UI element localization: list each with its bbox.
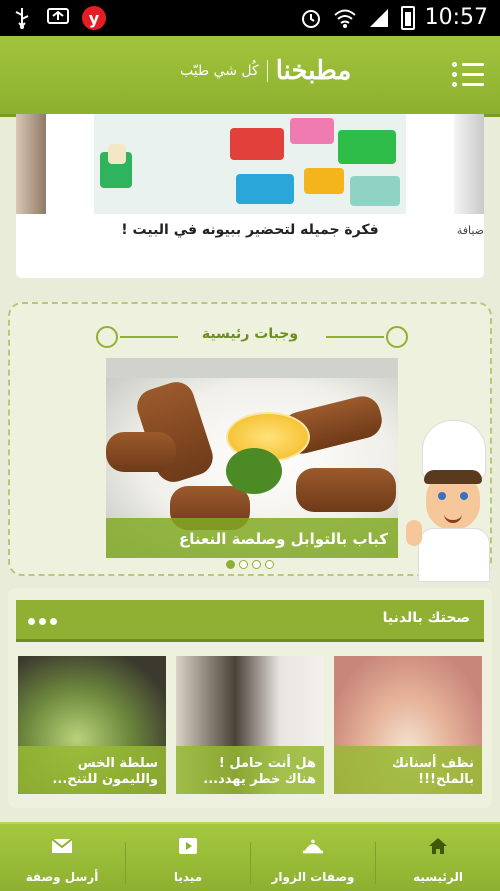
- nav-divider: [250, 842, 251, 884]
- play-icon: [177, 836, 199, 856]
- wifi-icon: [333, 6, 357, 30]
- signal-icon: [367, 6, 391, 30]
- sync-icon: [46, 6, 70, 30]
- carousel-caption: فكرة جميله لتحضير ببيونه في البيت !: [121, 222, 379, 238]
- menu-line: [462, 63, 484, 66]
- usb-icon: [10, 6, 34, 30]
- chef-thumbs-up: [406, 520, 422, 546]
- health-tile[interactable]: نظف أسنانك بالملح!!!: [334, 656, 482, 794]
- app-bar: كُل شي طيّب مطبخنا: [0, 36, 500, 117]
- pager-dot[interactable]: [265, 560, 274, 569]
- ornament-right-line: [326, 336, 384, 338]
- health-section: صحتك بالدنيا نظف أسنانك بالملح!!! هل أنت…: [8, 588, 492, 808]
- nav-item-visitor-recipes[interactable]: وصفات الزوار: [251, 824, 375, 891]
- menu-bullet: [452, 72, 457, 77]
- top-carousel[interactable]: فكرة جميله لتحضير ببيونه في البيت ! ضياف…: [16, 114, 484, 278]
- battery-icon: [400, 5, 415, 30]
- nav-item-send-recipe[interactable]: أرسل وصفة: [0, 824, 124, 891]
- carousel-image-next: [454, 114, 484, 214]
- nav-item-home[interactable]: الرئيسيه: [376, 824, 500, 891]
- tile-caption: سلطة الخس والليمون للتنح...: [52, 756, 158, 787]
- nav-item-media[interactable]: ميديا: [126, 824, 250, 891]
- bottom-navigation: الرئيسيه وصفات الزوار ميديا أرسل وصفة: [0, 822, 500, 891]
- featured-recipe-title[interactable]: كباب بالتوابل وصلصة النعناع: [179, 530, 388, 548]
- chef-eye: [438, 492, 446, 500]
- pager-dot[interactable]: [226, 560, 235, 569]
- yandex-icon: y: [82, 6, 106, 30]
- carousel-caption-next: ضيافة: [456, 224, 484, 237]
- clothespin: [108, 144, 126, 164]
- nav-divider: [125, 842, 126, 884]
- menu-bullet: [452, 82, 457, 87]
- carousel-slide-prev[interactable]: [16, 114, 46, 278]
- alarm-icon: [299, 6, 323, 30]
- nav-label-home: الرئيسيه: [413, 870, 463, 884]
- more-dot: [28, 618, 35, 625]
- logo-wordmark: مطبخنا: [275, 56, 352, 86]
- section-title: وجبات رئيسية: [201, 326, 299, 342]
- blue-bowtie: [236, 174, 294, 204]
- nav-divider: [375, 842, 376, 884]
- kebab-piece: [296, 468, 396, 512]
- tile-caption: نظف أسنانك بالملح!!!: [392, 756, 474, 787]
- red-bowtie: [230, 128, 284, 160]
- featured-main-dishes: وجبات رئيسية كباب بالتوابل وصلصة النعناع: [8, 302, 492, 582]
- logo-divider: [266, 60, 268, 82]
- menu-bullet: [452, 62, 457, 67]
- featured-recipe-card[interactable]: كباب بالتوابل وصلصة النعناع: [106, 358, 398, 558]
- chef-hair: [424, 470, 482, 484]
- ornament-right-icon: [386, 326, 408, 348]
- pager-dot[interactable]: [252, 560, 261, 569]
- chef-mascot: [406, 420, 498, 582]
- mail-icon: [51, 836, 73, 856]
- cloche-icon: [302, 836, 324, 856]
- home-icon: [427, 836, 449, 856]
- more-dot: [50, 618, 57, 625]
- yellow-bowtie: [304, 168, 344, 194]
- menu-line: [462, 83, 484, 86]
- bright-green-bowtie: [338, 130, 396, 164]
- app-tagline: كُل شي طيّب: [180, 63, 259, 79]
- more-dot: [39, 618, 46, 625]
- kebab-piece: [106, 432, 176, 472]
- carousel-slide-next[interactable]: ضيافة: [454, 114, 484, 278]
- pink-bowtie: [290, 118, 334, 144]
- nav-label-media: ميديا: [173, 870, 203, 884]
- list-menu-icon[interactable]: [452, 62, 484, 88]
- nav-label-visitor-recipes: وصفات الزوار: [271, 870, 355, 884]
- app-logo[interactable]: كُل شي طيّب مطبخنا: [180, 56, 351, 86]
- chef-eye: [460, 492, 468, 500]
- carousel-slide-current[interactable]: فكرة جميله لتحضير ببيونه في البيت !: [94, 114, 406, 278]
- teal-bowtie: [350, 176, 400, 206]
- clock-time: 10:57: [424, 5, 488, 30]
- pager-dot[interactable]: [239, 560, 248, 569]
- health-section-header[interactable]: صحتك بالدنيا: [16, 600, 484, 642]
- menu-line: [462, 73, 484, 76]
- health-tile[interactable]: سلطة الخس والليمون للتنح...: [18, 656, 166, 794]
- tile-caption: هل أنت حامل ! هناك خطر يهدد...: [203, 756, 316, 787]
- parsley-garnish: [226, 448, 282, 494]
- more-dots-icon[interactable]: [28, 618, 57, 625]
- carousel-image-bowties: [94, 114, 406, 214]
- status-bar: y 10:57: [0, 0, 500, 36]
- carousel-pager[interactable]: [226, 560, 274, 569]
- chef-jacket: [418, 528, 490, 582]
- health-section-title: صحتك بالدنيا: [382, 610, 470, 626]
- nav-label-send-recipe: أرسل وصفة: [25, 870, 99, 884]
- health-tile[interactable]: هل أنت حامل ! هناك خطر يهدد...: [176, 656, 324, 794]
- carousel-image-prev: [16, 114, 46, 214]
